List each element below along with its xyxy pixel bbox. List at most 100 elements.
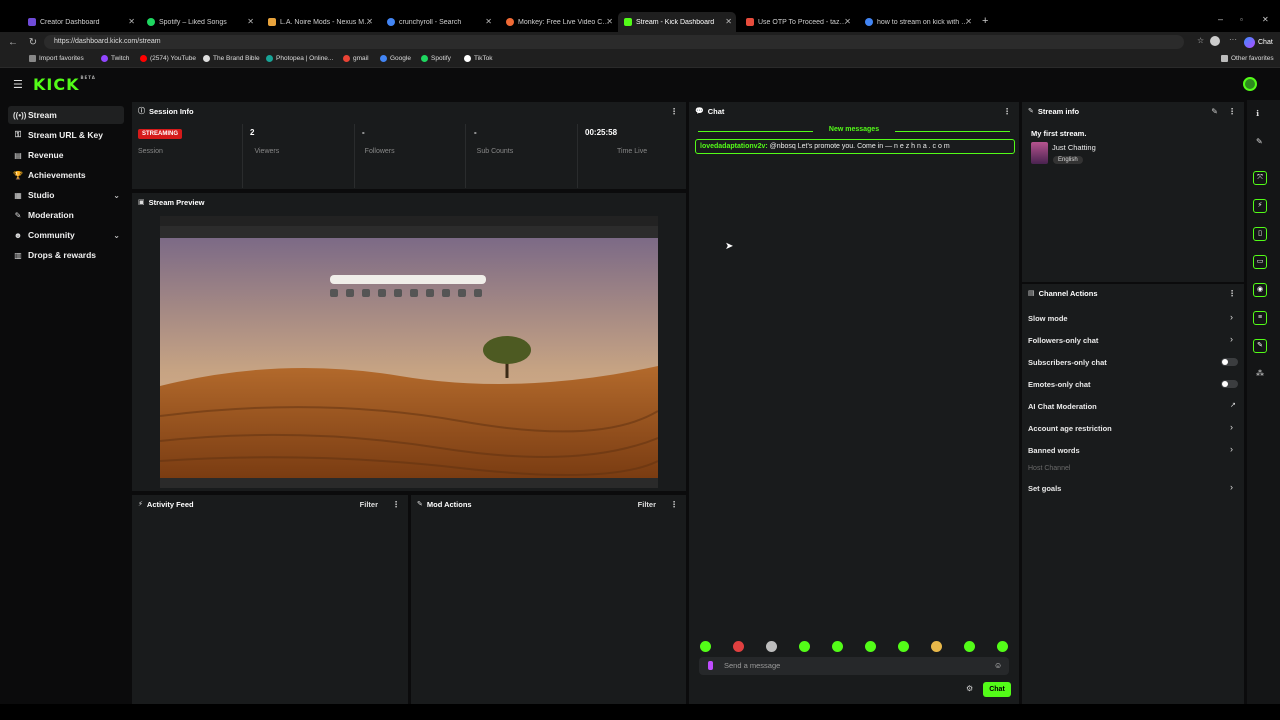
bookmark[interactable]: Import favorites <box>29 55 84 62</box>
emote-icon[interactable] <box>799 641 810 652</box>
emotes-only-toggle[interactable] <box>1221 380 1238 388</box>
close-icon[interactable]: ✕ <box>128 17 135 26</box>
browser-tab[interactable]: L.A. Noire Mods - Nexus Mods ✕ <box>262 12 377 32</box>
edit-icon[interactable]: ✎ <box>1211 107 1218 116</box>
emote-icon[interactable] <box>766 641 777 652</box>
chat-icon[interactable]: ▭ <box>1253 255 1267 269</box>
browser-tab[interactable]: Spotify – Liked Songs ✕ <box>141 12 258 32</box>
sidebar-item-stream-url-key[interactable]: ⚿ Stream URL & Key <box>8 126 124 144</box>
more-vertical-icon[interactable]: ⋮ <box>670 107 678 116</box>
bookmark[interactable]: TikTok <box>464 55 493 62</box>
more-vertical-icon[interactable]: ⋮ <box>1228 107 1236 116</box>
action-slow-mode[interactable]: Slow mode <box>1028 314 1068 323</box>
chevron-right-icon[interactable]: › <box>1230 312 1233 322</box>
reload-icon[interactable]: ↻ <box>26 37 40 48</box>
browser-tab-active[interactable]: Stream - Kick Dashboard ✕ <box>618 12 736 32</box>
action-account-age-restriction[interactable]: Account age restriction <box>1028 424 1112 433</box>
kick-logo[interactable]: KICKBETA <box>33 75 96 94</box>
emote-icon[interactable] <box>997 641 1008 652</box>
sidebar-item-stream[interactable]: ((•)) Stream <box>8 106 124 124</box>
close-icon[interactable]: ✕ <box>844 17 851 26</box>
lightning-icon[interactable]: ⚡ <box>1253 199 1267 213</box>
more-vertical-icon[interactable]: ⋮ <box>670 500 678 509</box>
browser-tab[interactable]: Use OTP To Proceed - tazwopo@gm✕ <box>740 12 855 32</box>
stream-category[interactable]: Just Chatting <box>1052 143 1096 152</box>
new-tab-icon[interactable]: + <box>982 15 988 27</box>
chat-username[interactable]: lovedadaptationv2v: <box>700 143 768 150</box>
bookmark[interactable]: Twitch <box>101 55 129 62</box>
info-icon[interactable]: ℹ <box>1256 109 1259 118</box>
chevron-right-icon[interactable]: › <box>1230 334 1233 344</box>
emote-icon[interactable] <box>898 641 909 652</box>
emote-icon[interactable] <box>832 641 843 652</box>
action-subscribers-only-chat: Subscribers-only chat <box>1028 358 1107 367</box>
pencil-icon[interactable]: ✎ <box>1256 137 1263 146</box>
new-messages-divider[interactable]: New messages <box>694 126 1014 136</box>
emote-icon[interactable] <box>700 641 711 652</box>
browser-tab[interactable]: Creator Dashboard ✕ <box>22 12 139 32</box>
send-chat-button[interactable]: Chat <box>983 682 1011 697</box>
chat-message-input[interactable]: Send a message <box>699 657 1009 675</box>
hamburger-menu-icon[interactable]: ☰ <box>13 78 23 91</box>
settings-gear-icon[interactable]: ⚙ <box>966 684 973 693</box>
other-favorites[interactable]: Other favorites <box>1221 55 1274 62</box>
document-icon[interactable]: ▯ <box>1253 227 1267 241</box>
filter-button[interactable]: Filter <box>360 500 378 509</box>
plugins-icon[interactable]: ⁂ <box>1256 369 1264 378</box>
more-vertical-icon[interactable]: ⋮ <box>1003 107 1011 116</box>
user-avatar[interactable] <box>1243 77 1257 91</box>
emote-icon[interactable] <box>733 641 744 652</box>
emote-icon[interactable] <box>865 641 876 652</box>
browser-tab[interactable]: how to stream on kick with obs - S✕ <box>859 12 976 32</box>
bookmark[interactable]: Google <box>380 55 411 62</box>
chevron-right-icon[interactable]: › <box>1230 444 1233 454</box>
close-icon[interactable]: ✕ <box>366 17 373 26</box>
bookmark[interactable]: Photopea | Online... <box>266 55 333 62</box>
emote-icon[interactable] <box>964 641 975 652</box>
action-ai-chat-moderation[interactable]: AI Chat Moderation <box>1028 402 1097 411</box>
action-set-goals[interactable]: Set goals <box>1028 484 1061 493</box>
broadcast-icon[interactable]: ◉ <box>1253 283 1267 297</box>
back-icon[interactable]: ← <box>6 37 20 48</box>
external-link-icon[interactable]: ↗ <box>1230 401 1236 409</box>
sidebar-item-moderation[interactable]: ✎ Moderation <box>8 206 124 224</box>
close-icon[interactable]: ✕ <box>965 17 972 26</box>
action-banned-words[interactable]: Banned words <box>1028 446 1080 455</box>
subscribers-only-toggle[interactable] <box>1221 358 1238 366</box>
more-vertical-icon[interactable]: ⋮ <box>392 500 400 509</box>
bookmark[interactable]: (2574) YouTube <box>140 55 196 62</box>
bookmark[interactable]: Spotify <box>421 55 451 62</box>
sidebar-item-studio[interactable]: ▦ Studio ⌄ <box>8 186 124 204</box>
action-followers-only-chat[interactable]: Followers-only chat <box>1028 336 1098 345</box>
fullscreen-icon[interactable]: ⤧ <box>1253 171 1267 185</box>
chevron-right-icon[interactable]: › <box>1230 422 1233 432</box>
more-icon[interactable]: ··· <box>1229 35 1237 44</box>
browser-tab[interactable]: crunchyroll - Search ✕ <box>381 12 496 32</box>
close-icon[interactable]: ✕ <box>485 17 492 26</box>
emoji-icon[interactable]: ☺ <box>994 661 1002 670</box>
emote-icon[interactable] <box>931 641 942 652</box>
list-icon[interactable]: ≡ <box>1253 311 1267 325</box>
bookmark[interactable]: The Brand Bible <box>203 55 260 62</box>
maximize-icon[interactable]: ▫ <box>1240 15 1243 24</box>
close-icon[interactable]: ✕ <box>247 17 254 26</box>
more-vertical-icon[interactable]: ⋮ <box>1228 289 1236 298</box>
window-close-icon[interactable]: ✕ <box>1262 15 1269 24</box>
bookmark[interactable]: gmail <box>343 55 369 62</box>
close-icon[interactable]: ✕ <box>606 17 613 26</box>
url-field[interactable]: https://dashboard.kick.com/stream <box>44 35 1184 49</box>
sidebar-item-achievements[interactable]: 🏆 Achievements <box>8 166 124 184</box>
sidebar-item-community[interactable]: ☻ Community ⌄ <box>8 226 124 244</box>
close-icon[interactable]: ✕ <box>725 17 732 26</box>
chevron-right-icon[interactable]: › <box>1230 482 1233 492</box>
minimize-icon[interactable]: – <box>1218 14 1223 24</box>
wrench-icon[interactable]: ✎ <box>1253 339 1267 353</box>
browser-tab[interactable]: Monkey: Free Live Video Chat ✕ <box>500 12 617 32</box>
stream-preview-video[interactable] <box>159 216 659 488</box>
sidebar-item-drops-rewards[interactable]: ▥ Drops & rewards <box>8 246 124 264</box>
favorites-icon[interactable]: ☆ <box>1197 36 1204 45</box>
sidebar-item-revenue[interactable]: ▤ Revenue <box>8 146 124 164</box>
copilot-chat-button[interactable]: Chat <box>1244 35 1273 49</box>
filter-button[interactable]: Filter <box>638 500 656 509</box>
profile-avatar[interactable] <box>1210 36 1220 46</box>
